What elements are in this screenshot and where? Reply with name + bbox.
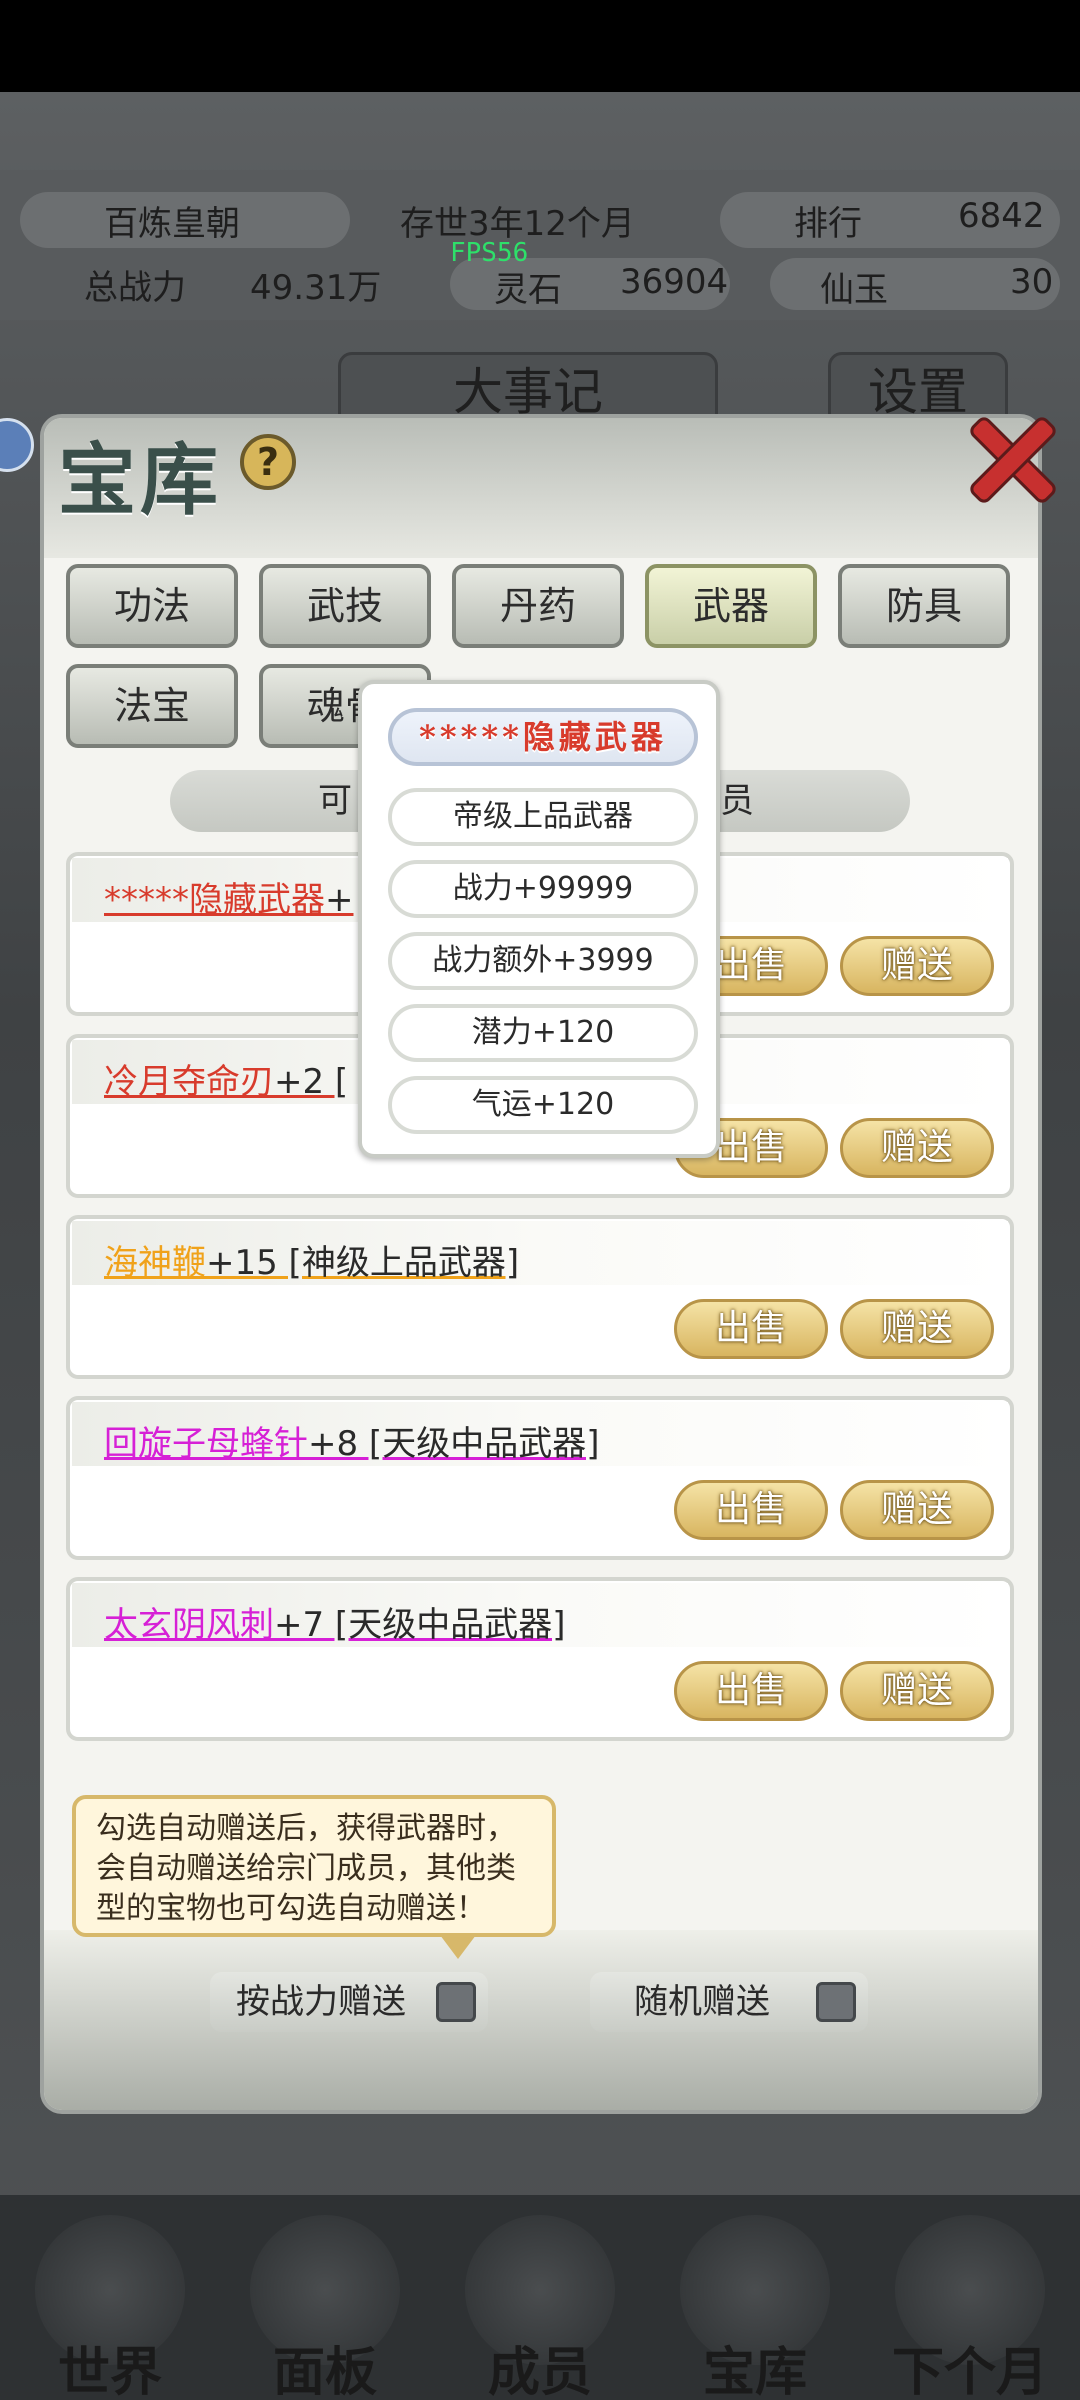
tab-armor[interactable]: 防具 xyxy=(838,564,1010,648)
rank-value: 6842 xyxy=(958,196,1045,236)
filter-left-label: 可 xyxy=(318,781,352,821)
list-item: 回旋子母蜂针+8 [天级中品武器] 出售 赠送 xyxy=(66,1396,1014,1560)
sell-button[interactable]: 出售 xyxy=(674,1299,828,1359)
stone-value: 36904 xyxy=(620,262,729,302)
status-bar xyxy=(0,0,1080,92)
popup-power: 战力+99999 xyxy=(388,860,698,918)
power-value: 49.31万 xyxy=(250,268,382,308)
popup-luck: 气运+120 xyxy=(388,1076,698,1134)
item-name[interactable]: 海神鞭+15 [神级上品武器] xyxy=(104,1235,519,1284)
list-item: 海神鞭+15 [神级上品武器] 出售 赠送 xyxy=(66,1215,1014,1379)
game-header: 百炼皇朝 存世3年12个月 排行 6842 总战力 49.31万 灵石 3690… xyxy=(0,170,1080,320)
filter-right-label: 员 xyxy=(720,781,754,821)
gift-by-power-checkbox[interactable] xyxy=(436,1982,476,2022)
tab-weapons[interactable]: 武器 xyxy=(645,564,817,648)
tab-artifacts[interactable]: 法宝 xyxy=(66,664,238,748)
tab-martial[interactable]: 武技 xyxy=(259,564,431,648)
nav-treasury[interactable]: 宝库 xyxy=(655,2330,855,2400)
panel-title: 宝库 xyxy=(58,435,223,526)
tooltip-line: 型的宝物也可勾选自动赠送！ xyxy=(96,1891,486,1926)
gift-button[interactable]: 赠送 xyxy=(840,1480,994,1540)
gift-button[interactable]: 赠送 xyxy=(840,936,994,996)
panel-footer-decor xyxy=(44,1930,1038,2110)
power-label: 总战力 xyxy=(84,268,186,308)
popup-extra-power: 战力额外+3999 xyxy=(388,932,698,990)
random-gift-checkbox[interactable] xyxy=(816,1982,856,2022)
nav-panel[interactable]: 面板 xyxy=(225,2330,425,2400)
gift-by-power-label: 按战力赠送 xyxy=(236,1982,406,2022)
item-name[interactable]: *****隐藏武器+ xyxy=(104,872,354,921)
dynasty-name: 百炼皇朝 xyxy=(104,204,240,244)
item-name[interactable]: 冷月夺命刃+2 [ xyxy=(104,1054,348,1103)
random-gift-label: 随机赠送 xyxy=(634,1982,770,2022)
popup-title: *****隐藏武器 xyxy=(388,708,698,766)
list-item: 太玄阴风刺+7 [天级中品武器] 出售 赠送 xyxy=(66,1577,1014,1741)
sell-button[interactable]: 出售 xyxy=(674,1480,828,1540)
nav-members[interactable]: 成员 xyxy=(440,2330,640,2400)
popup-potential: 潜力+120 xyxy=(388,1004,698,1062)
tooltip-line: 勾选自动赠送后，获得武器时， xyxy=(96,1811,516,1846)
tooltip-line: 会自动赠送给宗门成员，其他类 xyxy=(96,1851,516,1886)
gift-button[interactable]: 赠送 xyxy=(840,1299,994,1359)
sell-button[interactable]: 出售 xyxy=(674,1661,828,1721)
jade-value: 30 xyxy=(1010,262,1054,302)
fps-counter: FPS56 xyxy=(450,238,529,268)
tooltip-arrow xyxy=(440,1935,476,1959)
random-gift-toggle[interactable]: 随机赠送 xyxy=(590,1972,868,2032)
help-icon[interactable]: ? xyxy=(240,434,296,490)
rank-label: 排行 xyxy=(794,204,862,244)
weapon-detail-popup: *****隐藏武器 帝级上品武器 战力+99999 战力额外+3999 潜力+1… xyxy=(358,680,720,1158)
gift-by-power-toggle[interactable]: 按战力赠送 xyxy=(210,1972,488,2032)
item-name[interactable]: 回旋子母蜂针+8 [天级中品武器] xyxy=(104,1416,599,1465)
stone-label: 灵石 xyxy=(494,270,562,310)
item-name[interactable]: 太玄阴风刺+7 [天级中品武器] xyxy=(104,1597,565,1646)
gift-button[interactable]: 赠送 xyxy=(840,1118,994,1178)
auto-gift-tooltip: 勾选自动赠送后，获得武器时， 会自动赠送给宗门成员，其他类 型的宝物也可勾选自动… xyxy=(72,1795,556,1937)
tab-skills[interactable]: 功法 xyxy=(66,564,238,648)
jade-label: 仙玉 xyxy=(820,270,888,310)
popup-grade: 帝级上品武器 xyxy=(388,788,698,846)
bottom-nav: 世界 面板 成员 宝库 下个月 xyxy=(0,2195,1080,2400)
nav-world[interactable]: 世界 xyxy=(10,2330,210,2400)
tab-pills[interactable]: 丹药 xyxy=(452,564,624,648)
nav-next-month[interactable]: 下个月 xyxy=(870,2330,1070,2400)
close-icon[interactable] xyxy=(960,410,1050,500)
gift-button[interactable]: 赠送 xyxy=(840,1661,994,1721)
